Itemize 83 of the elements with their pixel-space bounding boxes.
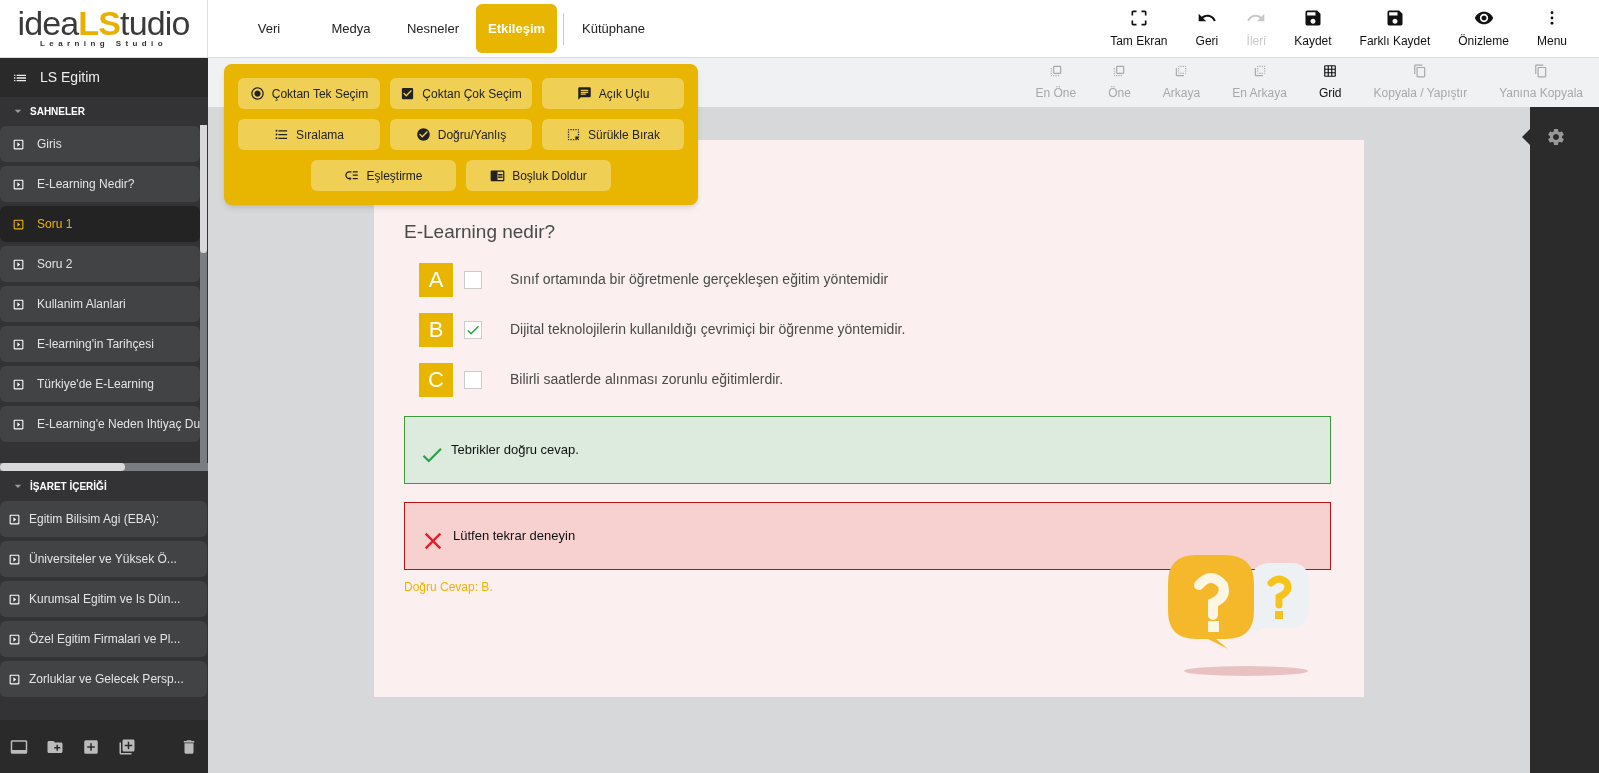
add-icon[interactable] — [82, 737, 100, 756]
scene-item[interactable]: Üniversiteler ve Yüksek Ö... — [0, 541, 207, 577]
slide-icon — [12, 417, 25, 431]
send-backward-icon — [1174, 63, 1189, 78]
toolbar-button[interactable]: Geri — [1181, 7, 1233, 50]
toolbar-button[interactable]: Menu — [1522, 7, 1581, 50]
menu-option[interactable]: Sıralama — [238, 119, 380, 150]
toolbar-button[interactable]: Kaydet — [1280, 7, 1346, 50]
chat-icon — [576, 86, 592, 101]
more-icon — [1550, 10, 1554, 25]
slide-icon — [8, 552, 21, 566]
slide-icon — [8, 672, 21, 686]
slide-icon — [12, 337, 25, 351]
menu-option[interactable]: Çoktan Tek Seçim — [238, 78, 380, 109]
scene-item[interactable]: Soru 1 — [0, 206, 201, 242]
scene-item[interactable]: Egitim Bilisim Agi (EBA): — [0, 501, 207, 537]
scrollbar-thumb[interactable] — [200, 125, 208, 253]
menu-option[interactable]: Eşleştirme — [311, 160, 456, 191]
scene-item[interactable]: Giris — [0, 126, 201, 162]
option-text: Dijital teknolojilerin kullanıldığı çevrimiçi bir öğrenme yöntemidir. — [510, 320, 906, 339]
slide-icon — [8, 592, 21, 606]
copy-icon — [1534, 63, 1549, 78]
scene-item[interactable]: Türkiye'de E-Learning — [0, 366, 201, 402]
panel-icon[interactable] — [10, 737, 28, 756]
toolbar-button[interactable]: Farklı Kaydet — [1345, 7, 1445, 50]
add-layers-icon[interactable] — [118, 737, 136, 756]
option-checkbox[interactable] — [464, 370, 482, 389]
book-icon — [490, 168, 506, 183]
send-back-icon — [1252, 63, 1267, 78]
option-letter: C — [419, 362, 453, 397]
scene-item[interactable]: E-Learning'e Neden Ihtiyaç Du — [0, 406, 201, 442]
option-letter: A — [419, 262, 453, 297]
slide-icon — [12, 137, 25, 151]
slide-icon — [12, 257, 25, 271]
copy-icon — [1413, 63, 1428, 78]
toolbar-button[interactable]: Tam Ekran — [1096, 7, 1182, 50]
nav-tab[interactable]: Veri — [230, 4, 308, 53]
menu-option[interactable]: Sürükle Bırak — [542, 119, 684, 150]
match-list-icon — [344, 168, 360, 183]
option-letter: B — [419, 312, 453, 347]
scene-item[interactable]: E-learning'in Tarihçesi — [0, 326, 201, 362]
scene-item[interactable]: E-Learning Nedir? — [0, 166, 201, 202]
option-text: Sınıf ortamında bir öğretmenle gerçekleşen eğitim yöntemidir — [510, 270, 889, 289]
settings-icon[interactable] — [1545, 127, 1566, 147]
logo: ideaLStudio Learning Studio — [0, 0, 208, 57]
slide-icon — [12, 217, 25, 231]
checkbox-icon — [400, 86, 416, 101]
feedback-text: Lütfen tekrar deneyin — [453, 526, 576, 545]
menu-option[interactable]: Doğru/Yanlış — [390, 119, 532, 150]
menu-option[interactable]: Çoktan Çok Seçim — [390, 78, 532, 109]
option-checkbox[interactable] — [464, 270, 482, 289]
scene-item[interactable]: Zorluklar ve Gelecek Persp... — [0, 661, 207, 697]
nav-tab[interactable]: Medya — [312, 4, 390, 53]
menu-option[interactable]: Açık Uçlu — [542, 78, 684, 109]
project-header: LS Egitim — [0, 58, 208, 97]
menu-option[interactable]: Boşluk Doldur — [466, 160, 611, 191]
bring-forward-icon — [1112, 63, 1127, 78]
scene-item[interactable]: Özel Egitim Firmalari ve Pl... — [0, 621, 207, 657]
section-heading: SAHNELER — [30, 104, 85, 119]
slide-icon — [12, 377, 25, 391]
dotted-box-icon — [566, 127, 581, 142]
scene-item[interactable]: Kullanim Alanlari — [0, 286, 201, 322]
scene-item[interactable]: Kurumsal Egitim ve Is Dün... — [0, 581, 207, 617]
slide-icon — [12, 177, 25, 191]
scrollbar-thumb[interactable] — [0, 463, 125, 471]
scene-item[interactable]: Soru 2 — [0, 246, 201, 282]
arrange-button[interactable]: Grid — [1302, 63, 1358, 102]
toolbar-button[interactable]: Önizleme — [1444, 7, 1523, 50]
list-icon — [274, 127, 289, 142]
radio-icon — [249, 86, 265, 101]
nav-tab[interactable]: Nesneler — [394, 4, 472, 53]
option-text: Bilirli saatlerde alınması zorunlu eğitimlerdir. — [510, 370, 784, 389]
section-heading: İŞARET İÇERİĞİ — [30, 479, 107, 494]
nav-tab[interactable]: Kütüphane — [570, 4, 657, 53]
grid-icon — [1323, 63, 1338, 78]
bring-front-icon — [1048, 63, 1063, 78]
feedback-text: Tebrikler doğru cevap. — [451, 440, 579, 459]
slide-icon — [8, 632, 21, 646]
option-checkbox[interactable] — [464, 320, 482, 339]
slide-icon — [12, 297, 25, 311]
correct-answer-text: Doğru Cevap: B. — [404, 578, 494, 596]
slide-icon — [8, 512, 21, 526]
question-title: E-Learning nedir? — [404, 220, 557, 244]
